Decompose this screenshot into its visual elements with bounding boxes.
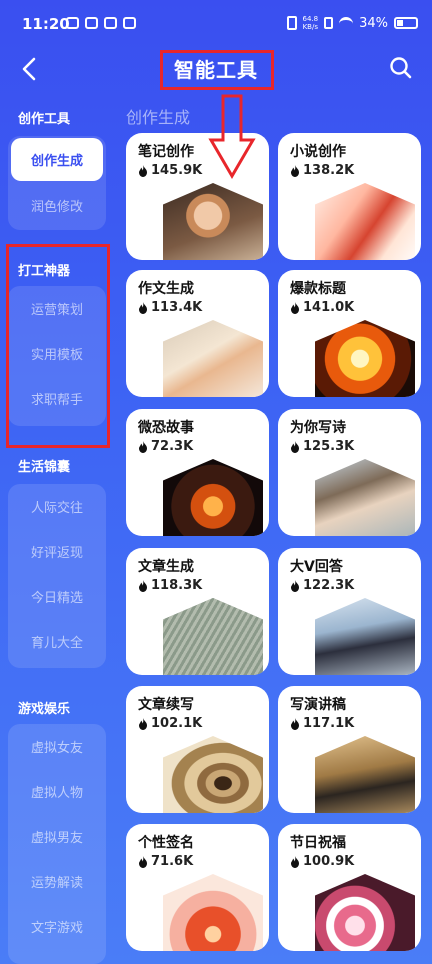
flame-icon — [291, 440, 299, 453]
card-count: 118.3K — [138, 578, 202, 593]
system-status: 64.8 KB/s 34% — [286, 15, 418, 31]
card-image-woman-portrait — [163, 183, 263, 260]
card-count: 100.9K — [290, 854, 354, 869]
notification-icon — [85, 17, 98, 29]
card-image-man-at-podium — [315, 736, 415, 813]
card-count: 72.3K — [138, 439, 193, 454]
sidebar-group-life: 人际交往 好评返现 今日精选 育儿大全 — [8, 484, 106, 668]
notification-icon — [66, 17, 79, 29]
tool-card[interactable]: 个性签名 71.6K — [126, 824, 269, 951]
sidebar-item-parenting[interactable]: 育儿大全 — [8, 619, 106, 664]
card-image-men-with-umbrella — [315, 598, 415, 675]
card-count: 117.1K — [290, 716, 354, 731]
card-title: 微恐故事 — [138, 420, 194, 436]
card-title: 写演讲稿 — [290, 697, 346, 713]
tool-card[interactable]: 节日祝福 100.9K — [278, 824, 421, 951]
notification-icon — [104, 17, 117, 29]
card-count: 141.0K — [290, 300, 354, 315]
battery-text: 34% — [359, 15, 388, 31]
card-title: 小说创作 — [290, 144, 346, 160]
sidebar-item-virtual-boyfriend[interactable]: 虚拟男友 — [8, 814, 106, 859]
card-count: 125.3K — [290, 439, 354, 454]
card-count: 71.6K — [138, 854, 193, 869]
card-image-red-flower — [163, 874, 263, 951]
card-count: 138.2K — [290, 163, 354, 178]
card-title: 为你写诗 — [290, 420, 346, 436]
sim-icon — [324, 17, 334, 29]
tool-card[interactable]: 小说创作 138.2K — [278, 133, 421, 260]
tool-card[interactable]: 微恐故事 72.3K — [126, 409, 269, 536]
card-count: 102.1K — [138, 716, 202, 731]
card-image-pen-and-red-light — [315, 183, 415, 260]
sidebar-group-creation: 创作生成 润色修改 — [8, 136, 106, 230]
card-count: 113.4K — [138, 300, 202, 315]
notification-icons — [66, 17, 136, 29]
vibrate-icon — [286, 16, 297, 30]
flame-icon — [291, 855, 299, 868]
card-image-paper-wave — [163, 598, 263, 675]
sidebar-group-games: 虚拟女友 虚拟人物 虚拟男友 运势解读 文字游戏 — [8, 724, 106, 964]
flame-icon — [139, 579, 147, 592]
tool-card[interactable]: 写演讲稿 117.1K — [278, 686, 421, 813]
search-icon[interactable] — [388, 55, 414, 81]
card-count: 145.9K — [138, 163, 202, 178]
sidebar-item-social[interactable]: 人际交往 — [8, 484, 106, 529]
card-image-hand-writing — [163, 320, 263, 397]
notification-icon — [123, 17, 136, 29]
flame-icon — [139, 164, 147, 177]
flame-icon — [139, 301, 147, 314]
card-image-flower-bouquet — [315, 874, 415, 951]
sidebar-category-title: 游戏娱乐 — [18, 702, 71, 717]
status-time: 11:20 — [22, 15, 70, 33]
card-image-man-writing-poem — [315, 459, 415, 536]
title-highlight-box — [160, 50, 274, 90]
card-title: 文章续写 — [138, 697, 194, 713]
card-title: 个性签名 — [138, 835, 194, 851]
flame-icon — [291, 579, 299, 592]
flame-icon — [291, 164, 299, 177]
tool-card[interactable]: 为你写诗 125.3K — [278, 409, 421, 536]
tool-card[interactable]: 文章生成 118.3K — [126, 548, 269, 675]
flame-icon — [291, 301, 299, 314]
sidebar-item-cashback[interactable]: 好评返现 — [8, 529, 106, 574]
flame-icon — [139, 855, 147, 868]
sidebar-item-daily-picks[interactable]: 今日精选 — [8, 574, 106, 619]
card-title: 作文生成 — [138, 281, 194, 297]
sidebar-item-text-game[interactable]: 文字游戏 — [8, 904, 106, 949]
sidebar-highlight-box — [6, 244, 110, 448]
status-bar: 11:20 64.8 KB/s 34% — [0, 0, 432, 50]
card-image-jack-o-lantern-robot — [163, 459, 263, 536]
sidebar-item-creation-generate[interactable]: 创作生成 — [11, 138, 103, 181]
network-speed: 64.8 KB/s — [302, 15, 319, 31]
annotation-arrow-icon — [208, 94, 256, 179]
card-image-rolled-paper — [163, 736, 263, 813]
sidebar-item-virtual-girlfriend[interactable]: 虚拟女友 — [8, 724, 106, 769]
card-title: 节日祝福 — [290, 835, 346, 851]
card-image-fire-explosion — [315, 320, 415, 397]
section-title: 创作生成 — [126, 108, 191, 127]
sidebar-item-virtual-character[interactable]: 虚拟人物 — [8, 769, 106, 814]
card-title: 笔记创作 — [138, 144, 194, 160]
tool-card[interactable]: 文章续写 102.1K — [126, 686, 269, 813]
wifi-icon — [339, 16, 354, 30]
sidebar-category-title: 创作工具 — [18, 112, 71, 127]
tool-card[interactable]: 作文生成 113.4K — [126, 270, 269, 397]
flame-icon — [139, 717, 147, 730]
sidebar-category-title: 生活锦囊 — [18, 460, 71, 475]
flame-icon — [291, 717, 299, 730]
card-title: 大V回答 — [290, 559, 343, 575]
card-count: 122.3K — [290, 578, 354, 593]
card-title: 文章生成 — [138, 559, 194, 575]
sidebar-item-fortune[interactable]: 运势解读 — [8, 859, 106, 904]
tool-card[interactable]: 大V回答 122.3K — [278, 548, 421, 675]
sidebar-item-polish[interactable]: 润色修改 — [8, 183, 106, 228]
card-title: 爆款标题 — [290, 281, 346, 297]
flame-icon — [139, 440, 147, 453]
battery-icon — [394, 17, 418, 29]
tool-card[interactable]: 爆款标题 141.0K — [278, 270, 421, 397]
